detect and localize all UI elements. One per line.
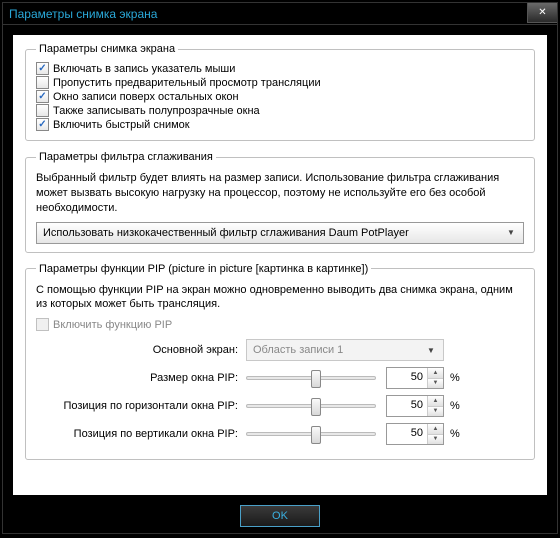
filter-legend: Параметры фильтра сглаживания (36, 151, 216, 163)
pip-legend: Параметры функции PIP (picture in pictur… (36, 263, 371, 275)
capture-option: Пропустить предварительный просмотр тран… (36, 76, 524, 89)
capture-checkbox-3[interactable] (36, 104, 49, 117)
pip-size-slider[interactable] (246, 376, 376, 380)
capture-option: Включать в запись указатель мыши (36, 62, 524, 75)
chevron-down-icon: ▼ (503, 225, 519, 241)
pip-size-label: Размер окна PIP: (36, 372, 246, 384)
spinner-up-icon[interactable]: ▲ (428, 424, 443, 435)
percent-label: % (450, 372, 466, 384)
dialog-content: Параметры снимка экрана Включать в запис… (13, 35, 547, 495)
filter-select-value: Использовать низкокачественный фильтр сг… (43, 227, 409, 239)
ok-button[interactable]: OK (240, 505, 320, 527)
capture-legend: Параметры снимка экрана (36, 43, 178, 55)
capture-option: Окно записи поверх остальных окон (36, 90, 524, 103)
pip-main-value: Область записи 1 (253, 344, 343, 356)
spinner-down-icon[interactable]: ▼ (428, 435, 443, 445)
capture-checkbox-4[interactable] (36, 118, 49, 131)
capture-label-3: Также записывать полупрозрачные окна (53, 105, 260, 117)
titlebar: Параметры снимка экрана ✕ (3, 3, 557, 25)
pip-hpos-label: Позиция по горизонтали окна PIP: (36, 400, 246, 412)
pip-vpos-value: 50 (387, 424, 427, 444)
capture-label-4: Включить быстрый снимок (53, 119, 190, 131)
close-button[interactable]: ✕ (527, 3, 557, 23)
pip-main-label: Основной экран: (36, 344, 246, 356)
chevron-down-icon: ▼ (423, 342, 439, 358)
window-title: Параметры снимка экрана (9, 7, 157, 21)
ok-label: OK (272, 510, 288, 522)
spinner-up-icon[interactable]: ▲ (428, 396, 443, 407)
capture-checkbox-1[interactable] (36, 76, 49, 89)
capture-checkbox-2[interactable] (36, 90, 49, 103)
filter-description: Выбранный фильтр будет влиять на размер … (36, 171, 524, 216)
capture-label-2: Окно записи поверх остальных окон (53, 91, 239, 103)
pip-main-select[interactable]: Область записи 1 ▼ (246, 339, 444, 361)
pip-enable-label: Включить функцию PIP (53, 319, 172, 331)
spinner-up-icon[interactable]: ▲ (428, 368, 443, 379)
bottom-bar: OK (3, 499, 557, 533)
spinner-down-icon[interactable]: ▼ (428, 407, 443, 417)
spinner-down-icon[interactable]: ▼ (428, 379, 443, 389)
percent-label: % (450, 400, 466, 412)
pip-size-value: 50 (387, 368, 427, 388)
pip-vpos-spinner[interactable]: 50 ▲ ▼ (386, 423, 444, 445)
filter-select[interactable]: Использовать низкокачественный фильтр сг… (36, 222, 524, 244)
pip-size-spinner[interactable]: 50 ▲ ▼ (386, 367, 444, 389)
percent-label: % (450, 428, 466, 440)
settings-window: Параметры снимка экрана ✕ Параметры сним… (2, 2, 558, 534)
capture-group: Параметры снимка экрана Включать в запис… (25, 43, 535, 141)
pip-group: Параметры функции PIP (picture in pictur… (25, 263, 535, 461)
pip-hpos-slider[interactable] (246, 404, 376, 408)
pip-hpos-value: 50 (387, 396, 427, 416)
filter-group: Параметры фильтра сглаживания Выбранный … (25, 151, 535, 253)
capture-checkbox-0[interactable] (36, 62, 49, 75)
pip-enable-checkbox[interactable] (36, 318, 49, 331)
pip-description: С помощью функции PIP на экран можно одн… (36, 283, 524, 313)
capture-option: Также записывать полупрозрачные окна (36, 104, 524, 117)
pip-vpos-slider[interactable] (246, 432, 376, 436)
close-icon: ✕ (538, 7, 546, 18)
capture-label-1: Пропустить предварительный просмотр тран… (53, 77, 321, 89)
pip-vpos-label: Позиция по вертикали окна PIP: (36, 428, 246, 440)
pip-hpos-spinner[interactable]: 50 ▲ ▼ (386, 395, 444, 417)
capture-label-0: Включать в запись указатель мыши (53, 63, 235, 75)
capture-option: Включить быстрый снимок (36, 118, 524, 131)
